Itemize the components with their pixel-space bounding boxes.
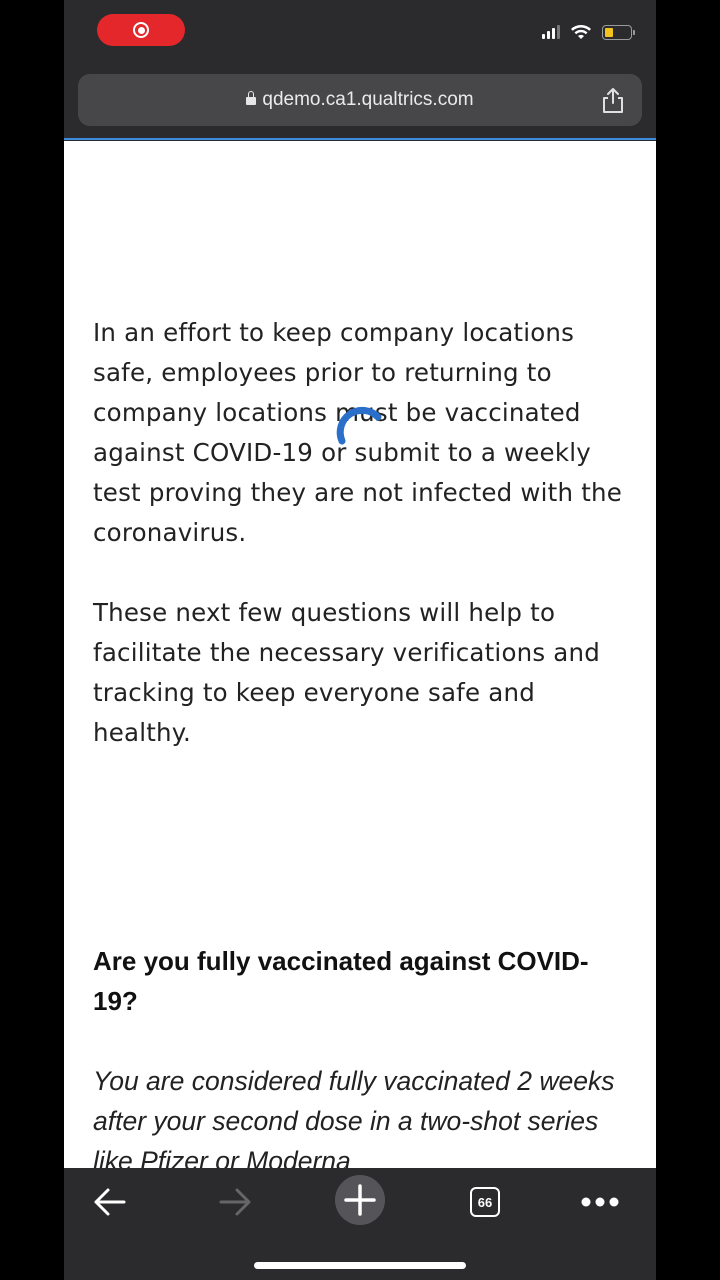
status-icons bbox=[542, 24, 635, 40]
phone-screen: qdemo.ca1.qualtrics.com In an effort to … bbox=[64, 0, 656, 1280]
wifi-icon bbox=[571, 25, 591, 39]
forward-button[interactable] bbox=[209, 1180, 261, 1224]
browser-toolbar: 66 bbox=[64, 1168, 656, 1280]
tabs-button[interactable]: 66 bbox=[459, 1180, 511, 1224]
page-load-progress bbox=[64, 138, 656, 140]
url-text: qdemo.ca1.qualtrics.com bbox=[262, 89, 474, 110]
signal-icon bbox=[542, 25, 560, 39]
back-button[interactable] bbox=[84, 1180, 136, 1224]
question-note: You are considered fully vaccinated 2 we… bbox=[93, 1066, 615, 1168]
question-title: Are you fully vaccinated against COVID-1… bbox=[93, 946, 589, 1016]
more-button[interactable] bbox=[574, 1180, 626, 1224]
new-tab-plus-icon bbox=[344, 1184, 376, 1216]
battery-icon bbox=[602, 24, 635, 40]
share-icon[interactable] bbox=[600, 86, 626, 114]
survey-page: In an effort to keep company locations s… bbox=[64, 141, 656, 1168]
forward-arrow-icon bbox=[219, 1188, 251, 1216]
new-tab-button[interactable] bbox=[334, 1174, 386, 1226]
more-icon bbox=[581, 1197, 619, 1207]
intro-paragraph-2: These next few questions will help to fa… bbox=[93, 598, 601, 747]
screen-recording-indicator[interactable] bbox=[97, 14, 185, 46]
home-indicator[interactable] bbox=[254, 1262, 466, 1269]
loading-spinner-icon bbox=[336, 406, 382, 445]
lock-icon bbox=[246, 90, 257, 108]
status-bar bbox=[64, 0, 656, 70]
tabs-icon: 66 bbox=[470, 1187, 500, 1217]
address-bar[interactable]: qdemo.ca1.qualtrics.com bbox=[78, 74, 642, 126]
record-icon bbox=[133, 22, 149, 38]
back-arrow-icon bbox=[94, 1188, 126, 1216]
